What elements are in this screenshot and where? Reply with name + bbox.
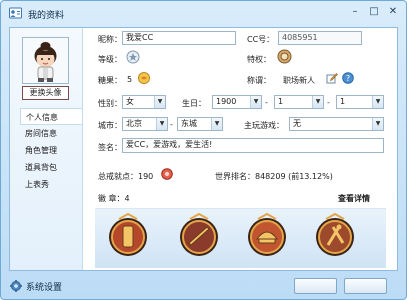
- province-value: 北京: [126, 119, 142, 128]
- title-value: 职场新人: [283, 76, 315, 85]
- bottom-bar: 系统设置: [1, 273, 406, 299]
- main-game-select[interactable]: 无 ▼: [289, 117, 384, 131]
- candy-label: 糖果：: [98, 76, 122, 85]
- chevron-down-icon: ▼: [372, 96, 383, 108]
- avatar-image: [23, 38, 68, 83]
- chevron-down-icon: ▼: [156, 118, 167, 130]
- profile-form: 昵称： 我爱CC CC号： 4085951 等级： 特权： 糖果： 5 称谓：: [84, 28, 397, 270]
- medal-icon[interactable]: [106, 213, 150, 261]
- sidebar-item-personal-info[interactable]: 个人信息: [20, 108, 82, 125]
- profile-window: 我的资料 – □ ✕ 更换头像 个人信息 房间信息 角色管理 道具背包 上表秀 …: [0, 0, 407, 300]
- signature-field[interactable]: 爱CC，爱游戏，爱生活!: [122, 138, 384, 153]
- privilege-badge-icon[interactable]: [277, 49, 292, 64]
- cc-number-field: 4085951: [278, 31, 362, 45]
- city-label: 城市：: [98, 121, 122, 130]
- edit-title-icon[interactable]: [326, 72, 338, 84]
- birth-year-value: 1900: [216, 97, 237, 106]
- sidebar-nav: 个人信息 房间信息 角色管理 道具背包 上表秀: [20, 108, 82, 193]
- title-label: 称谓：: [247, 76, 271, 85]
- chevron-down-icon: ▼: [312, 96, 323, 108]
- cc-number-label: CC号：: [247, 35, 275, 44]
- sidebar: 更换头像 个人信息 房间信息 角色管理 道具背包 上表秀: [10, 28, 83, 270]
- birth-month-select[interactable]: 1 ▼: [274, 95, 324, 109]
- birth-year-select[interactable]: 1900 ▼: [212, 95, 262, 109]
- province-select[interactable]: 北京 ▼: [122, 117, 168, 131]
- birth-month-value: 1: [278, 97, 284, 106]
- sidebar-item-character-management[interactable]: 角色管理: [20, 142, 82, 159]
- help-icon[interactable]: ?: [342, 72, 354, 84]
- title-bar[interactable]: 我的资料 – □ ✕: [1, 1, 406, 25]
- level-label: 等级：: [98, 55, 122, 64]
- sidebar-item-show[interactable]: 上表秀: [20, 176, 82, 193]
- date-separator: -: [327, 98, 330, 107]
- view-details-link[interactable]: 查看详情: [338, 193, 370, 204]
- medal-panel: [95, 208, 386, 268]
- medal-icon[interactable]: [313, 213, 357, 261]
- birthday-label: 生日：: [182, 99, 206, 108]
- world-rank-text: 世界排名：848209 (前13.12%): [215, 172, 333, 181]
- date-separator: -: [265, 98, 268, 107]
- minimize-icon[interactable]: –: [350, 7, 360, 17]
- user-card-icon: [9, 7, 22, 19]
- nickname-field[interactable]: 我爱CC: [122, 31, 236, 45]
- content-panel: 更换头像 个人信息 房间信息 角色管理 道具背包 上表秀 昵称： 我爱CC CC…: [9, 27, 398, 271]
- sidebar-item-item-backpack[interactable]: 道具背包: [20, 159, 82, 176]
- chevron-down-icon: ▼: [250, 96, 261, 108]
- signature-label: 签名：: [98, 143, 122, 152]
- nickname-label: 昵称：: [98, 35, 122, 44]
- cancel-button[interactable]: [344, 278, 387, 294]
- privilege-label: 特权：: [247, 55, 271, 64]
- medal-icon[interactable]: [177, 213, 221, 261]
- gender-value: 女: [126, 97, 134, 106]
- medal-icon[interactable]: [245, 213, 289, 261]
- level-star-icon: [126, 50, 140, 64]
- avatar: [22, 37, 69, 84]
- svg-text:?: ?: [346, 74, 350, 83]
- system-settings-link[interactable]: 系统设置: [26, 280, 62, 293]
- birth-day-select[interactable]: 1 ▼: [336, 95, 384, 109]
- main-game-value: 无: [293, 119, 301, 128]
- gear-icon[interactable]: [10, 280, 22, 292]
- candy-icon: [138, 72, 150, 84]
- chevron-down-icon: ▼: [211, 118, 222, 130]
- popularity-text: 总戒就点：190: [98, 172, 154, 181]
- medals-count-text: 徽 章：4: [98, 194, 130, 203]
- ok-button[interactable]: [294, 278, 337, 294]
- close-icon[interactable]: ✕: [388, 7, 398, 17]
- district-value: 东城: [181, 119, 197, 128]
- window-title: 我的资料: [28, 11, 65, 21]
- popularity-icon: [161, 168, 173, 180]
- gender-select[interactable]: 女 ▼: [122, 95, 166, 109]
- candy-value: 5: [127, 75, 133, 84]
- chevron-down-icon: ▼: [154, 96, 165, 108]
- main-game-label: 主玩游戏：: [244, 121, 284, 130]
- district-select[interactable]: 东城 ▼: [177, 117, 223, 131]
- change-avatar-button[interactable]: 更换头像: [22, 86, 69, 100]
- birth-day-value: 1: [340, 97, 346, 106]
- gender-label: 性别：: [98, 99, 122, 108]
- maximize-icon[interactable]: □: [369, 7, 379, 17]
- city-separator: -: [170, 120, 173, 129]
- sidebar-item-room-info[interactable]: 房间信息: [20, 125, 82, 142]
- chevron-down-icon: ▼: [372, 118, 383, 130]
